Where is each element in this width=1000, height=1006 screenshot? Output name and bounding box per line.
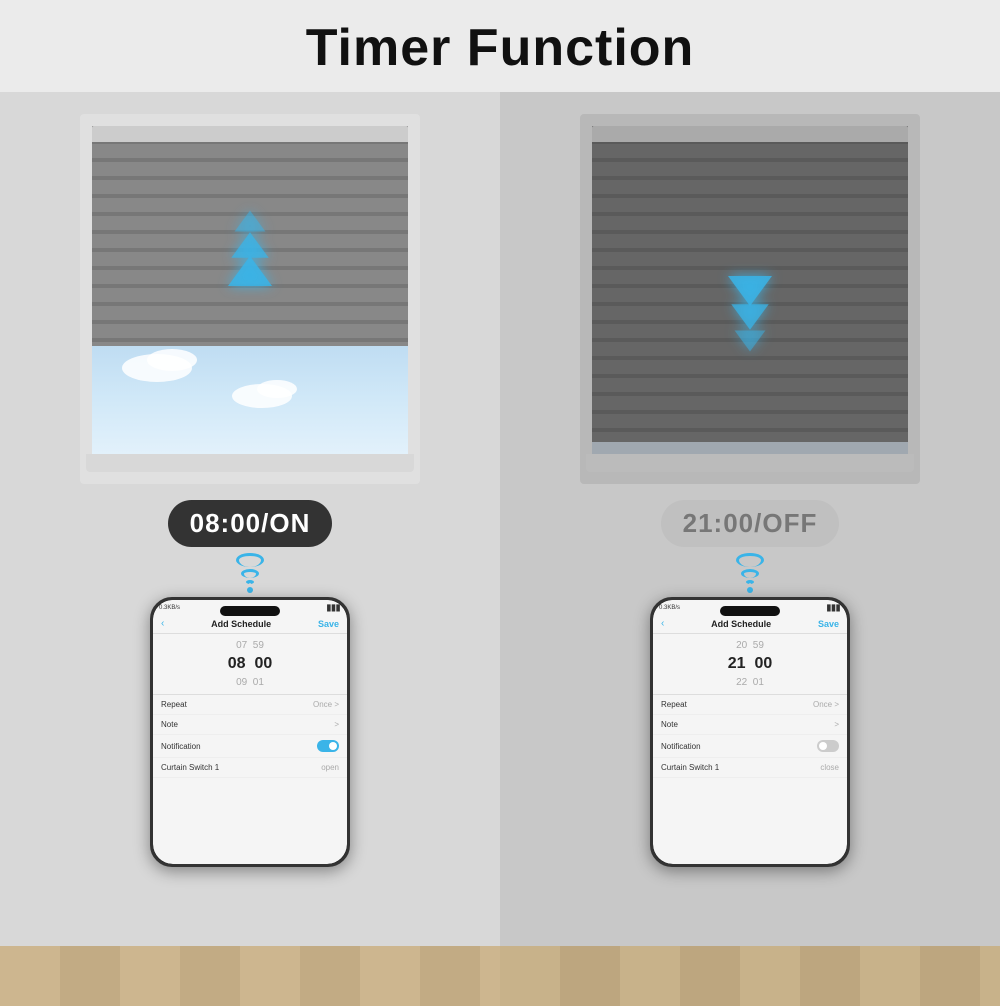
floor-left xyxy=(0,946,500,1006)
page-title: Timer Function xyxy=(0,0,1000,92)
schedule-title-right: Add Schedule xyxy=(711,619,771,629)
cloud4 xyxy=(257,380,297,398)
sky-left xyxy=(92,324,408,472)
back-button-left[interactable]: ‹ xyxy=(161,618,164,629)
setting-notif-label-left: Notification xyxy=(161,742,201,751)
time-row-prev-left: 07 59 xyxy=(153,638,347,653)
floor-right xyxy=(500,946,1000,1006)
blind-rail-right xyxy=(592,126,908,142)
wifi-arc-med-left xyxy=(241,569,259,578)
toggle-notif-left[interactable] xyxy=(317,740,339,752)
window-frame-left xyxy=(80,114,420,484)
back-button-right[interactable]: ‹ xyxy=(661,618,664,629)
setting-repeat-label-left: Repeat xyxy=(161,700,187,709)
wifi-icon-left xyxy=(236,553,264,593)
wifi-arc-small-left xyxy=(246,580,254,584)
setting-note-label-right: Note xyxy=(661,720,678,729)
wifi-icon-right xyxy=(736,553,764,593)
window-right xyxy=(580,114,920,484)
setting-note-val-left: > xyxy=(334,720,339,729)
schedule-title-left: Add Schedule xyxy=(211,619,271,629)
time-row-main-left: 08 00 xyxy=(153,653,347,675)
timer-badge-right: 21:00/OFF xyxy=(661,500,840,547)
window-sill-left xyxy=(86,454,414,472)
setting-curtain-label-left: Curtain Switch 1 xyxy=(161,763,219,772)
wifi-dot-right xyxy=(747,587,753,593)
wifi-dot-left xyxy=(247,587,253,593)
arrows-down xyxy=(728,276,772,356)
arrow-up-1 xyxy=(235,211,266,232)
arrow-up-2 xyxy=(231,232,268,258)
blind-rail-left xyxy=(92,126,408,142)
time-picker-right: 20 59 21 00 22 01 xyxy=(653,634,847,695)
phone-right: 0.3KB/s ▊▊▊ ‹ Add Schedule Save 20 59 21… xyxy=(650,597,850,867)
status-icons-right: ▊▊▊ xyxy=(827,605,841,612)
wifi-arc-large-right xyxy=(736,553,764,567)
wifi-arc-med-right xyxy=(741,569,759,578)
time-row-next-right: 22 01 xyxy=(653,675,847,690)
arrow-up-3 xyxy=(228,256,272,286)
arrow-down-2 xyxy=(731,304,768,330)
toggle-notif-right[interactable] xyxy=(817,740,839,752)
phone-screen-right: 0.3KB/s ▊▊▊ ‹ Add Schedule Save 20 59 21… xyxy=(653,600,847,864)
setting-curtain-val-right: close xyxy=(820,763,839,772)
setting-note-label-left: Note xyxy=(161,720,178,729)
window-left xyxy=(80,114,420,484)
wifi-arc-small-right xyxy=(746,580,754,584)
window-frame-right xyxy=(580,114,920,484)
time-row-main-right: 21 00 xyxy=(653,653,847,675)
time-row-prev-right: 20 59 xyxy=(653,638,847,653)
cloud2 xyxy=(147,349,197,371)
setting-curtain-left: Curtain Switch 1 open xyxy=(153,758,347,778)
setting-curtain-label-right: Curtain Switch 1 xyxy=(661,763,719,772)
setting-repeat-right: Repeat Once > xyxy=(653,695,847,715)
save-button-left[interactable]: Save xyxy=(318,619,339,629)
phone-notch-left xyxy=(220,606,280,616)
window-sill-right xyxy=(586,454,914,472)
arrow-down-3 xyxy=(735,331,766,352)
save-button-right[interactable]: Save xyxy=(818,619,839,629)
time-picker-left: 07 59 08 00 09 01 xyxy=(153,634,347,695)
setting-note-left: Note > xyxy=(153,715,347,735)
phone-notch-right xyxy=(720,606,780,616)
panel-right: 21:00/OFF 0.3KB/s ▊▊▊ ‹ Add Schedule Sav… xyxy=(500,92,1000,1006)
status-signal-right: 0.3KB/s xyxy=(659,605,680,611)
phone-left: 0.3KB/s ▊▊▊ ‹ Add Schedule Save 07 59 08… xyxy=(150,597,350,867)
phone-screen-left: 0.3KB/s ▊▊▊ ‹ Add Schedule Save 07 59 08… xyxy=(153,600,347,864)
setting-curtain-val-left: open xyxy=(321,763,339,772)
status-signal-left: 0.3KB/s xyxy=(159,605,180,611)
phone-header-left: ‹ Add Schedule Save xyxy=(153,616,347,634)
panel-left: 08:00/ON 0.3KB/s ▊▊▊ ‹ Add Schedule Save xyxy=(0,92,500,1006)
setting-repeat-val-left: Once > xyxy=(313,700,339,709)
setting-notification-right: Notification xyxy=(653,735,847,758)
timer-badge-left: 08:00/ON xyxy=(168,500,333,547)
setting-repeat-label-right: Repeat xyxy=(661,700,687,709)
setting-repeat-left: Repeat Once > xyxy=(153,695,347,715)
arrow-down-1 xyxy=(728,276,772,306)
setting-note-right: Note > xyxy=(653,715,847,735)
setting-notif-label-right: Notification xyxy=(661,742,701,751)
wifi-arc-large-left xyxy=(236,553,264,567)
arrows-up xyxy=(228,206,272,286)
main-content: 08:00/ON 0.3KB/s ▊▊▊ ‹ Add Schedule Save xyxy=(0,92,1000,1006)
setting-notification-left: Notification xyxy=(153,735,347,758)
setting-curtain-right: Curtain Switch 1 close xyxy=(653,758,847,778)
setting-repeat-val-right: Once > xyxy=(813,700,839,709)
phone-header-right: ‹ Add Schedule Save xyxy=(653,616,847,634)
status-icons-left: ▊▊▊ xyxy=(327,605,341,612)
setting-note-val-right: > xyxy=(834,720,839,729)
time-row-next-left: 09 01 xyxy=(153,675,347,690)
